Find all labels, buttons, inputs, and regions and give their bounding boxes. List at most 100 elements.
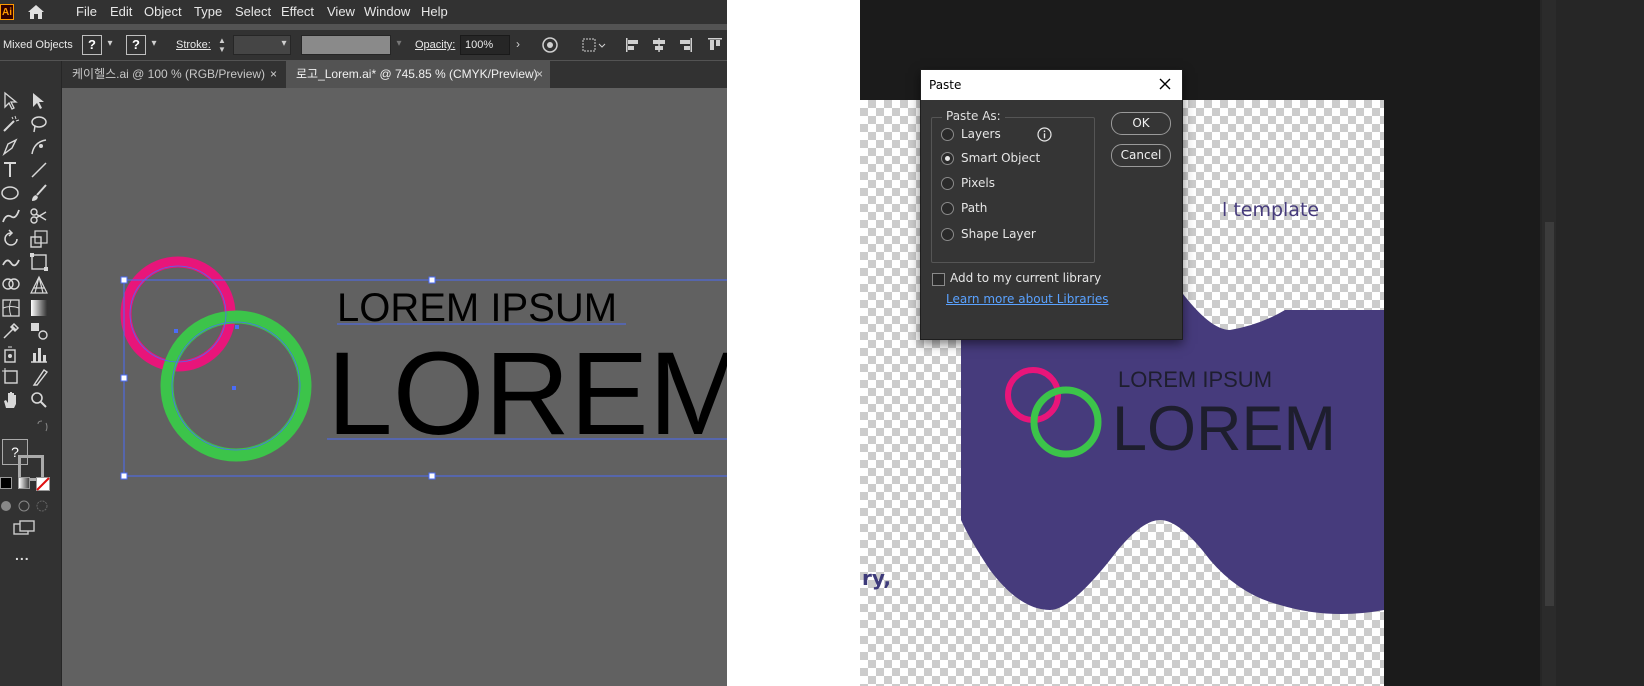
align-right-icon[interactable] [677, 37, 693, 53]
gradient-mode-icon[interactable] [18, 477, 30, 489]
selection-type-label: Mixed Objects [3, 39, 73, 51]
paste-as-label: Paste As: [942, 109, 1005, 123]
radio-pixels[interactable] [941, 177, 954, 190]
scissors-icon[interactable] [28, 205, 50, 227]
radio-shape-layer[interactable] [941, 228, 954, 241]
recolor-artwork-icon[interactable] [542, 37, 558, 53]
illustrator-artwork: LOREM IPSUM LOREM [120, 256, 727, 480]
ok-button[interactable]: OK [1111, 112, 1171, 135]
eyedropper-icon[interactable] [0, 320, 22, 342]
scale-tool-icon[interactable] [28, 228, 50, 250]
option-label: Path [961, 201, 988, 215]
profile-dropdown-icon[interactable]: ▾ [393, 37, 405, 51]
edit-toolbar-icon[interactable]: ... [15, 547, 30, 563]
illustrator-window: Ai File Edit Object Type Select Effect V… [0, 0, 727, 686]
column-graph-icon[interactable] [28, 343, 50, 365]
menu-file[interactable]: File [76, 3, 97, 21]
blend-tool-icon[interactable] [28, 320, 50, 342]
lasso-icon[interactable] [28, 113, 50, 135]
paintbrush-icon[interactable] [28, 182, 50, 204]
home-icon[interactable] [26, 3, 46, 21]
option-pixels[interactable]: Pixels [941, 174, 1071, 192]
color-mode-icon[interactable] [0, 477, 12, 489]
selection-tool-icon[interactable] [0, 90, 22, 112]
curvature-tool-icon[interactable] [28, 136, 50, 158]
document-tabs: 케이헬스.ai @ 100 % (RGB/Preview) × 로고_Lorem… [62, 61, 727, 88]
hand-tool-icon[interactable] [0, 389, 22, 411]
free-transform-icon[interactable] [28, 251, 50, 273]
pen-tool-icon[interactable] [0, 136, 22, 158]
option-layers[interactable]: Layers [941, 125, 1071, 143]
symbol-sprayer-icon[interactable] [0, 343, 22, 365]
perspective-grid-icon[interactable] [28, 274, 50, 296]
close-icon[interactable] [1156, 75, 1174, 93]
menu-help[interactable]: Help [421, 3, 448, 21]
stroke-label[interactable]: Stroke: [176, 36, 211, 54]
template-heading[interactable]: l template [1222, 199, 1319, 221]
drawing-modes-icon[interactable] [0, 499, 50, 513]
stroke-weight-dropdown-icon[interactable]: ▾ [278, 37, 290, 51]
menu-window[interactable]: Window [364, 3, 410, 21]
screen-mode-icon[interactable] [12, 520, 36, 538]
shape-builder-icon[interactable] [0, 274, 22, 296]
menu-edit[interactable]: Edit [110, 3, 132, 21]
tab-logo-lorem[interactable]: 로고_Lorem.ai* @ 745.85 % (CMYK/Preview) [286, 61, 550, 88]
radio-smart-object[interactable] [941, 152, 954, 165]
swap-colors-icon[interactable] [36, 419, 50, 433]
artboard-canvas[interactable]: LOREM IPSUM LOREM [62, 88, 727, 686]
menu-effect[interactable]: Effect [281, 3, 314, 21]
scrollbar-thumb[interactable] [1545, 222, 1554, 606]
partial-body-text: ry, [862, 566, 891, 590]
opacity-field[interactable]: 100% [460, 35, 510, 55]
menu-object[interactable]: Object [144, 3, 182, 21]
align-center-icon[interactable] [651, 37, 667, 53]
stroke-spinner-icon[interactable]: ▲ ▼ [216, 36, 228, 54]
menu-bar: Ai File Edit Object Type Select Effect V… [0, 0, 727, 24]
artboard-tool-icon[interactable] [0, 366, 22, 388]
shaper-tool-icon[interactable] [0, 205, 22, 227]
magic-wand-icon[interactable] [0, 113, 22, 135]
none-mode-icon[interactable] [36, 477, 50, 491]
mesh-tool-icon[interactable] [0, 297, 22, 319]
stroke-dropdown-icon[interactable]: ▾ [148, 37, 160, 51]
option-smart-object[interactable]: Smart Object [941, 149, 1071, 167]
radio-layers[interactable] [941, 128, 954, 141]
align-to-icon[interactable] [582, 37, 606, 53]
artwork-title[interactable]: LOREM [327, 328, 727, 460]
direct-selection-tool-icon[interactable] [28, 90, 50, 112]
tab-label: 케이헬스.ai @ 100 % (RGB/Preview) [72, 67, 266, 81]
align-top-icon[interactable] [707, 37, 723, 53]
fill-dropdown-icon[interactable]: ▾ [104, 37, 116, 51]
close-icon[interactable]: × [270, 61, 277, 88]
cancel-button[interactable]: Cancel [1111, 144, 1171, 167]
slice-tool-icon[interactable] [28, 366, 50, 388]
menu-view[interactable]: View [327, 3, 355, 21]
line-tool-icon[interactable] [28, 159, 50, 181]
artwork-subtitle[interactable]: LOREM IPSUM [337, 286, 617, 330]
learn-more-link[interactable]: Learn more about Libraries [946, 292, 1109, 306]
warp-tool-icon[interactable] [0, 251, 22, 273]
rotate-tool-icon[interactable] [0, 228, 22, 250]
option-path[interactable]: Path [941, 199, 1071, 217]
zoom-tool-icon[interactable] [28, 389, 50, 411]
opacity-label[interactable]: Opacity: [415, 36, 455, 54]
gradient-tool-icon[interactable] [28, 297, 50, 319]
ellipse-tool-icon[interactable] [0, 182, 22, 204]
type-tool-icon[interactable] [0, 159, 22, 181]
radio-path[interactable] [941, 202, 954, 215]
logo-title[interactable]: LOREM [1112, 394, 1336, 464]
close-icon[interactable]: × [536, 61, 543, 88]
fill-swatch[interactable]: ? [82, 35, 102, 55]
align-left-icon[interactable] [625, 37, 641, 53]
variable-width-profile[interactable] [301, 35, 391, 55]
add-to-library-checkbox[interactable] [932, 273, 945, 286]
menu-type[interactable]: Type [194, 3, 222, 21]
menu-select[interactable]: Select [235, 3, 271, 21]
tab-kehealth[interactable]: 케이헬스.ai @ 100 % (RGB/Preview) [62, 61, 283, 88]
opacity-arrow-icon[interactable]: › [512, 37, 524, 51]
logo-subtitle[interactable]: LOREM IPSUM [1118, 367, 1272, 392]
add-to-library-label[interactable]: Add to my current library [950, 271, 1101, 285]
info-icon[interactable] [1037, 127, 1052, 142]
stroke-swatch[interactable]: ? [126, 35, 146, 55]
option-shape-layer[interactable]: Shape Layer [941, 225, 1071, 243]
